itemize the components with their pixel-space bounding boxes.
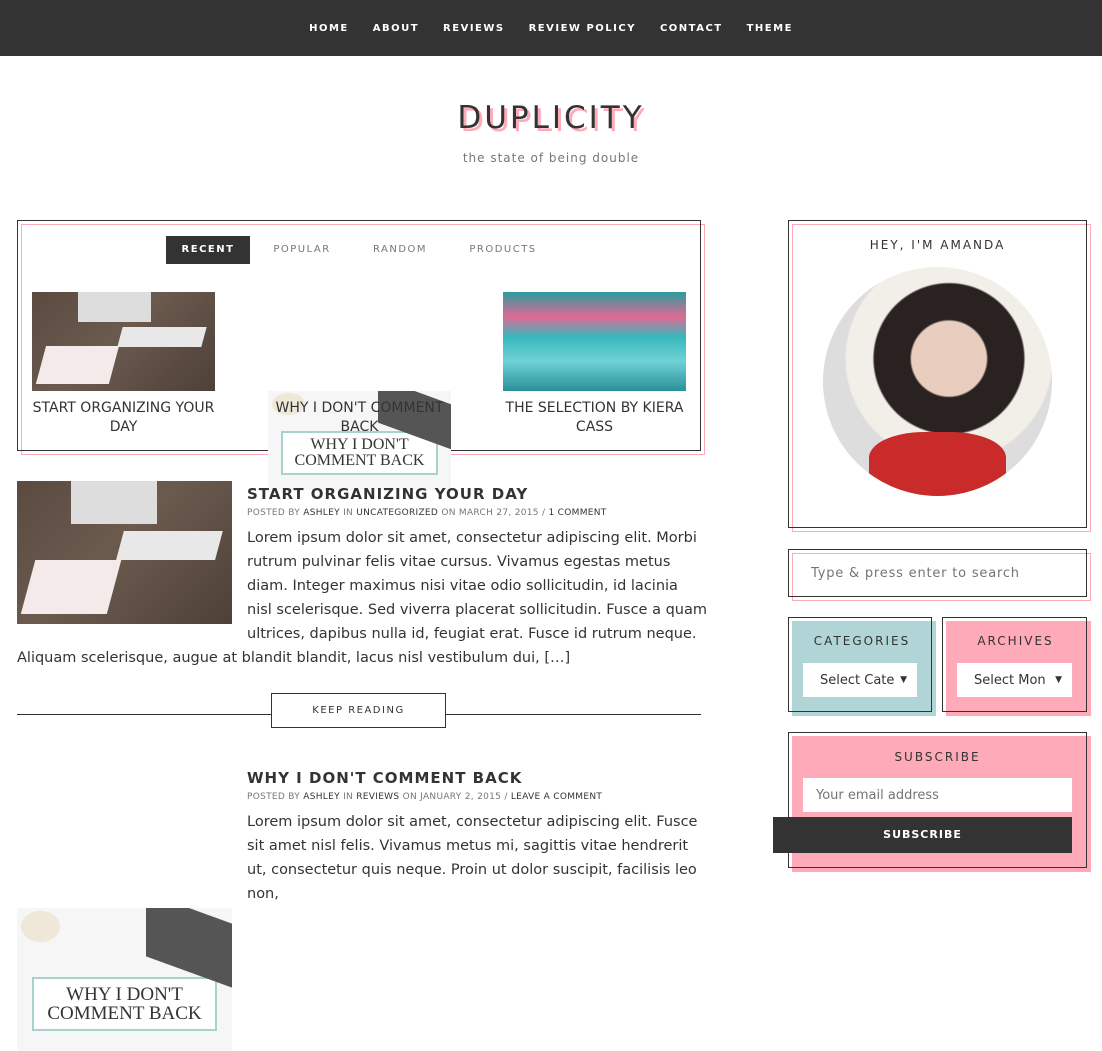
author-link[interactable]: ASHLEY bbox=[303, 792, 340, 802]
categories-widget: CATEGORIES Select Cate ▼ bbox=[788, 617, 932, 712]
post-title[interactable]: WHY I DON'T COMMENT BACK bbox=[247, 769, 522, 787]
nav-review-policy[interactable]: REVIEW POLICY bbox=[529, 23, 636, 34]
dropdown-arrow-icon: ▼ bbox=[1055, 675, 1062, 685]
categories-select[interactable]: Select Cate ▼ bbox=[803, 663, 917, 697]
select-value: Select Cate bbox=[820, 672, 895, 688]
nav-contact[interactable]: CONTACT bbox=[660, 23, 723, 34]
featured-image-organizing[interactable] bbox=[32, 292, 215, 391]
image-sign-text: WHY I DON'T COMMENT BACK bbox=[32, 977, 217, 1031]
meta-label: POSTED BY bbox=[247, 508, 301, 518]
subscribe-button[interactable]: SUBSCRIBE bbox=[773, 817, 1072, 853]
meta-label: IN bbox=[343, 792, 354, 802]
image-sign-text: WHY I DON'T COMMENT BACK bbox=[280, 431, 439, 476]
keep-reading-button[interactable]: KEEP READING bbox=[271, 693, 446, 728]
email-input[interactable] bbox=[803, 778, 1072, 812]
meta-label: IN bbox=[343, 508, 354, 518]
site-tagline: the state of being double bbox=[462, 151, 640, 165]
post-image[interactable]: WHY I DON'T COMMENT BACK bbox=[17, 908, 232, 1051]
float-spacer bbox=[17, 526, 247, 631]
tab-random[interactable]: RANDOM bbox=[358, 236, 442, 264]
category-link[interactable]: UNCATEGORIZED bbox=[356, 508, 438, 518]
featured-image-selection[interactable] bbox=[503, 292, 686, 391]
top-nav: HOME ABOUT REVIEWS REVIEW POLICY CONTACT… bbox=[0, 0, 1102, 56]
search-input[interactable] bbox=[788, 549, 1087, 597]
nav-home[interactable]: HOME bbox=[309, 23, 349, 34]
author-photo bbox=[823, 267, 1052, 496]
featured-title[interactable]: START ORGANIZING YOUR DAY bbox=[32, 399, 215, 437]
post-date: ON MARCH 27, 2015 / bbox=[441, 508, 546, 518]
featured-title[interactable]: WHY I DON'T COMMENT BACK bbox=[268, 399, 451, 437]
post-meta: POSTED BY ASHLEY IN UNCATEGORIZED ON MAR… bbox=[247, 508, 607, 518]
nav-about[interactable]: ABOUT bbox=[373, 23, 419, 34]
tab-recent[interactable]: RECENT bbox=[166, 236, 250, 264]
category-link[interactable]: REVIEWS bbox=[356, 792, 399, 802]
about-widget: HEY, I'M AMANDA bbox=[788, 220, 1087, 528]
tab-popular[interactable]: POPULAR bbox=[258, 236, 346, 264]
featured-title[interactable]: THE SELECTION BY KIERA CASS bbox=[503, 399, 686, 437]
post-excerpt: Lorem ipsum dolor sit amet, consectetur … bbox=[247, 814, 698, 902]
archives-widget: ARCHIVES Select Mon ▼ bbox=[942, 617, 1087, 712]
meta-label: POSTED BY bbox=[247, 792, 301, 802]
subscribe-title: SUBSCRIBE bbox=[894, 750, 981, 764]
post-excerpt: Lorem ipsum dolor sit amet, consectetur … bbox=[17, 526, 707, 670]
featured-widget: RECENT POPULAR RANDOM PRODUCTS START ORG… bbox=[17, 220, 701, 490]
archives-select[interactable]: Select Mon ▼ bbox=[957, 663, 1072, 697]
site-title[interactable]: DUPLICITY bbox=[0, 100, 1102, 136]
post-meta: POSTED BY ASHLEY IN REVIEWS ON JANUARY 2… bbox=[247, 792, 602, 802]
dropdown-arrow-icon: ▼ bbox=[900, 675, 907, 685]
post-date: ON JANUARY 2, 2015 / bbox=[402, 792, 508, 802]
archives-title: ARCHIVES bbox=[977, 634, 1054, 648]
comments-link[interactable]: 1 COMMENT bbox=[549, 508, 607, 518]
post-title[interactable]: START ORGANIZING YOUR DAY bbox=[247, 485, 528, 503]
select-value: Select Mon bbox=[974, 672, 1046, 688]
comments-link[interactable]: LEAVE A COMMENT bbox=[511, 792, 602, 802]
tab-products[interactable]: PRODUCTS bbox=[458, 236, 548, 264]
about-title: HEY, I'M AMANDA bbox=[869, 238, 1006, 252]
nav-reviews[interactable]: REVIEWS bbox=[443, 23, 505, 34]
categories-title: CATEGORIES bbox=[813, 634, 911, 648]
nav-theme[interactable]: THEME bbox=[747, 23, 793, 34]
author-link[interactable]: ASHLEY bbox=[303, 508, 340, 518]
